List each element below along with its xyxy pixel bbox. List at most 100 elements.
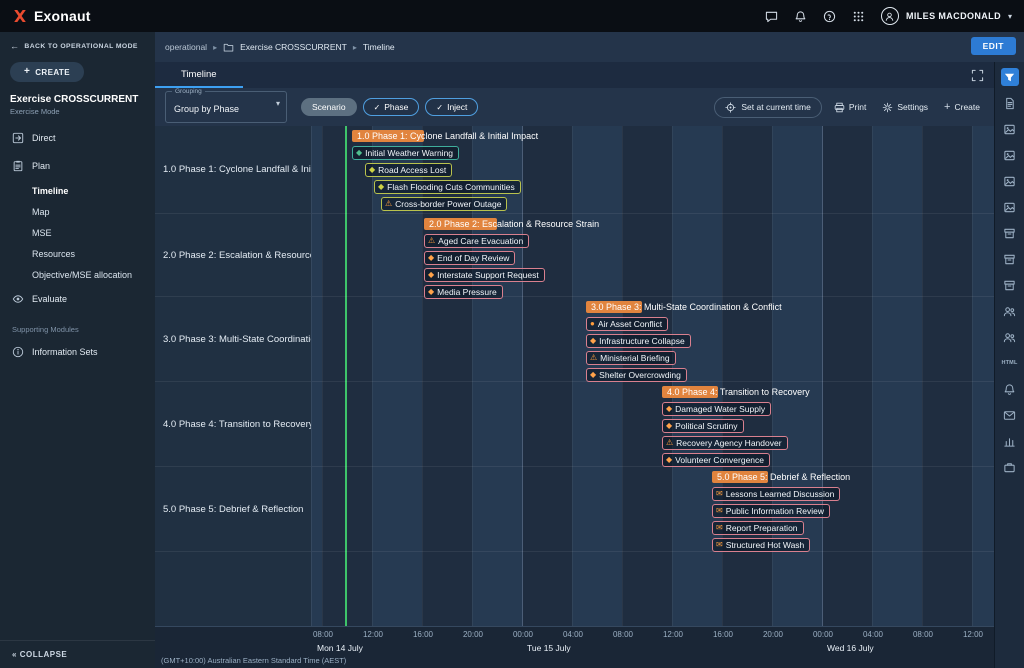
collapse-button[interactable]: « COLLAPSE	[0, 640, 155, 668]
inject-chip[interactable]: ●Air Asset Conflict	[586, 317, 668, 331]
phase-row: 1.0 Phase 1: Cyclone Landfall & Initial …	[312, 126, 994, 214]
topbar-icons-group: MILES MACDONALD ▾	[765, 7, 1012, 25]
media-card-icon-4[interactable]	[1001, 198, 1019, 216]
breadcrumb-operational[interactable]: operational	[165, 42, 207, 52]
set-current-time-label: Set at current time	[741, 102, 810, 112]
print-button[interactable]: Print	[830, 98, 870, 117]
filter-icon[interactable]	[1001, 68, 1019, 86]
sidebar-item-information-sets[interactable]: Information Sets	[0, 338, 155, 366]
diamond-icon: ◆	[590, 371, 596, 379]
inject-chip[interactable]: ◆Damaged Water Supply	[662, 402, 771, 416]
sidebar-item-timeline[interactable]: Timeline	[0, 180, 155, 201]
phase-bar-label: 1.0 Phase 1: Cyclone Landfall & Initial …	[357, 130, 538, 142]
sidebar-item-objective-mse-allocation[interactable]: Objective/MSE allocation	[0, 264, 155, 285]
phase-row-label[interactable]: 3.0 Phase 3: Multi-State Coordination...	[155, 297, 311, 382]
inject-chip[interactable]: ⚠Aged Care Evacuation	[424, 234, 529, 248]
inject-chip[interactable]: ◆Interstate Support Request	[424, 268, 545, 282]
chart-icon[interactable]	[1001, 432, 1019, 450]
edit-button[interactable]: EDIT	[971, 37, 1016, 55]
axis-tick-label: 16:00	[413, 630, 433, 639]
apps-icon[interactable]	[852, 10, 865, 23]
inject-chip[interactable]: ✉Report Preparation	[712, 521, 804, 535]
filter-chip-inject[interactable]: ✓Inject	[425, 98, 478, 116]
phase-row-label[interactable]: 5.0 Phase 5: Debrief & Reflection	[155, 467, 311, 552]
user-menu[interactable]: MILES MACDONALD ▾	[881, 7, 1012, 25]
inject-chip[interactable]: ✉Structured Hot Wash	[712, 538, 810, 552]
phase-row-label[interactable]: 4.0 Phase 4: Transition to Recovery	[155, 382, 311, 467]
sidebar-item-direct[interactable]: Direct	[0, 124, 155, 152]
archive-box-icon-2[interactable]	[1001, 250, 1019, 268]
brand-name: Exonaut	[34, 8, 91, 24]
html-icon[interactable]: HTML	[1001, 354, 1019, 372]
timeline-chart[interactable]: 1.0 Phase 1: Cyclone Landfall & Initial …	[312, 126, 994, 626]
sidebar-item-map[interactable]: Map	[0, 201, 155, 222]
brand[interactable]: Exonaut	[12, 8, 91, 24]
warning-icon: ⚠	[666, 439, 673, 447]
settings-button[interactable]: Settings	[878, 98, 932, 117]
timeline-grid: 1.0 Phase 1: Cyclone Landfall & Initia..…	[155, 126, 994, 626]
inject-chip[interactable]: ✉Lessons Learned Discussion	[712, 487, 840, 501]
users-icon-2[interactable]	[1001, 328, 1019, 346]
phase-bar-label: 5.0 Phase 5: Debrief & Reflection	[717, 471, 850, 483]
grouping-select[interactable]: Grouping Group by Phase ▾	[165, 91, 287, 123]
grouping-value: Group by Phase	[174, 104, 239, 114]
chevron-down-icon: ▾	[276, 99, 280, 108]
help-icon[interactable]	[823, 10, 836, 23]
sidebar-item-label: Resources	[32, 249, 75, 259]
diamond-icon: ◆	[590, 337, 596, 345]
avatar	[881, 7, 899, 25]
fullscreen-icon[interactable]	[971, 69, 984, 82]
inject-chip[interactable]: ✉Public Information Review	[712, 504, 830, 518]
diamond-icon: ◆	[666, 456, 672, 464]
media-card-icon-2[interactable]	[1001, 146, 1019, 164]
exercise-folder-icon	[223, 42, 234, 53]
set-current-time-button[interactable]: Set at current time	[714, 97, 821, 118]
breadcrumb-timeline[interactable]: Timeline	[363, 42, 395, 52]
sidebar-item-evaluate[interactable]: Evaluate	[0, 285, 155, 313]
inject-chip[interactable]: ⚠Ministerial Briefing	[586, 351, 676, 365]
sidebar-item-label: Evaluate	[32, 294, 67, 304]
filter-chip-scenario[interactable]: Scenario	[301, 98, 357, 116]
inject-chip[interactable]: ◆Initial Weather Warning	[352, 146, 459, 160]
envelope-icon: ✉	[716, 524, 723, 532]
inject-chip[interactable]: ⚠Recovery Agency Handover	[662, 436, 788, 450]
briefcase-icon[interactable]	[1001, 458, 1019, 476]
archive-box-icon-3[interactable]	[1001, 276, 1019, 294]
sidebar-item-resources[interactable]: Resources	[0, 243, 155, 264]
media-card-icon-3[interactable]	[1001, 172, 1019, 190]
breadcrumb-exercise[interactable]: Exercise CROSSCURRENT	[240, 42, 347, 52]
mail-icon[interactable]	[1001, 406, 1019, 424]
inject-chip[interactable]: ◆Infrastructure Collapse	[586, 334, 691, 348]
inject-chip[interactable]: ◆Political Scrutiny	[662, 419, 744, 433]
sidebar-item-plan[interactable]: Plan	[0, 152, 155, 180]
phase-row-label[interactable]: 2.0 Phase 2: Escalation & Resource S...	[155, 214, 311, 297]
sidebar-item-label: Map	[32, 207, 50, 217]
chat-icon[interactable]	[765, 10, 778, 23]
timeline-row-labels: 1.0 Phase 1: Cyclone Landfall & Initia..…	[155, 126, 312, 626]
inject-label: Lessons Learned Discussion	[726, 489, 835, 499]
inject-chip[interactable]: ◆Flash Flooding Cuts Communities	[374, 180, 521, 194]
content-area: Timeline Grouping Group by Phase ▾ Scena…	[155, 62, 994, 668]
users-icon[interactable]	[1001, 302, 1019, 320]
phase-row-label[interactable]: 1.0 Phase 1: Cyclone Landfall & Initia..…	[155, 126, 311, 214]
inject-label: Flash Flooding Cuts Communities	[387, 182, 515, 192]
create-inject-button[interactable]: + Create	[940, 98, 984, 117]
inject-chip[interactable]: ◆End of Day Review	[424, 251, 515, 265]
filter-chip-phase[interactable]: ✓Phase	[363, 98, 420, 116]
sidebar-item-mse[interactable]: MSE	[0, 222, 155, 243]
inject-chip[interactable]: ◆Volunteer Convergence	[662, 453, 770, 467]
bell-icon[interactable]	[1001, 380, 1019, 398]
sidebar-nav: DirectPlanTimeline Map MSE Resources Objecti…	[0, 124, 155, 366]
notifications-icon[interactable]	[794, 10, 807, 23]
diamond-icon: ◆	[356, 149, 362, 157]
phase-row: 2.0 Phase 2: Escalation & Resource Strai…	[312, 214, 994, 297]
document-icon[interactable]	[1001, 94, 1019, 112]
media-card-icon[interactable]	[1001, 120, 1019, 138]
inject-chip[interactable]: ◆Shelter Overcrowding	[586, 368, 687, 382]
inject-chip[interactable]: ⚠Cross-border Power Outage	[381, 197, 507, 211]
back-to-operational-mode-button[interactable]: ← BACK TO OPERATIONAL MODE	[0, 32, 155, 55]
inject-chip[interactable]: ◆Road Access Lost	[365, 163, 452, 177]
tab-timeline[interactable]: Timeline	[155, 62, 243, 88]
create-button[interactable]: + CREATE	[10, 62, 84, 82]
archive-box-icon[interactable]	[1001, 224, 1019, 242]
